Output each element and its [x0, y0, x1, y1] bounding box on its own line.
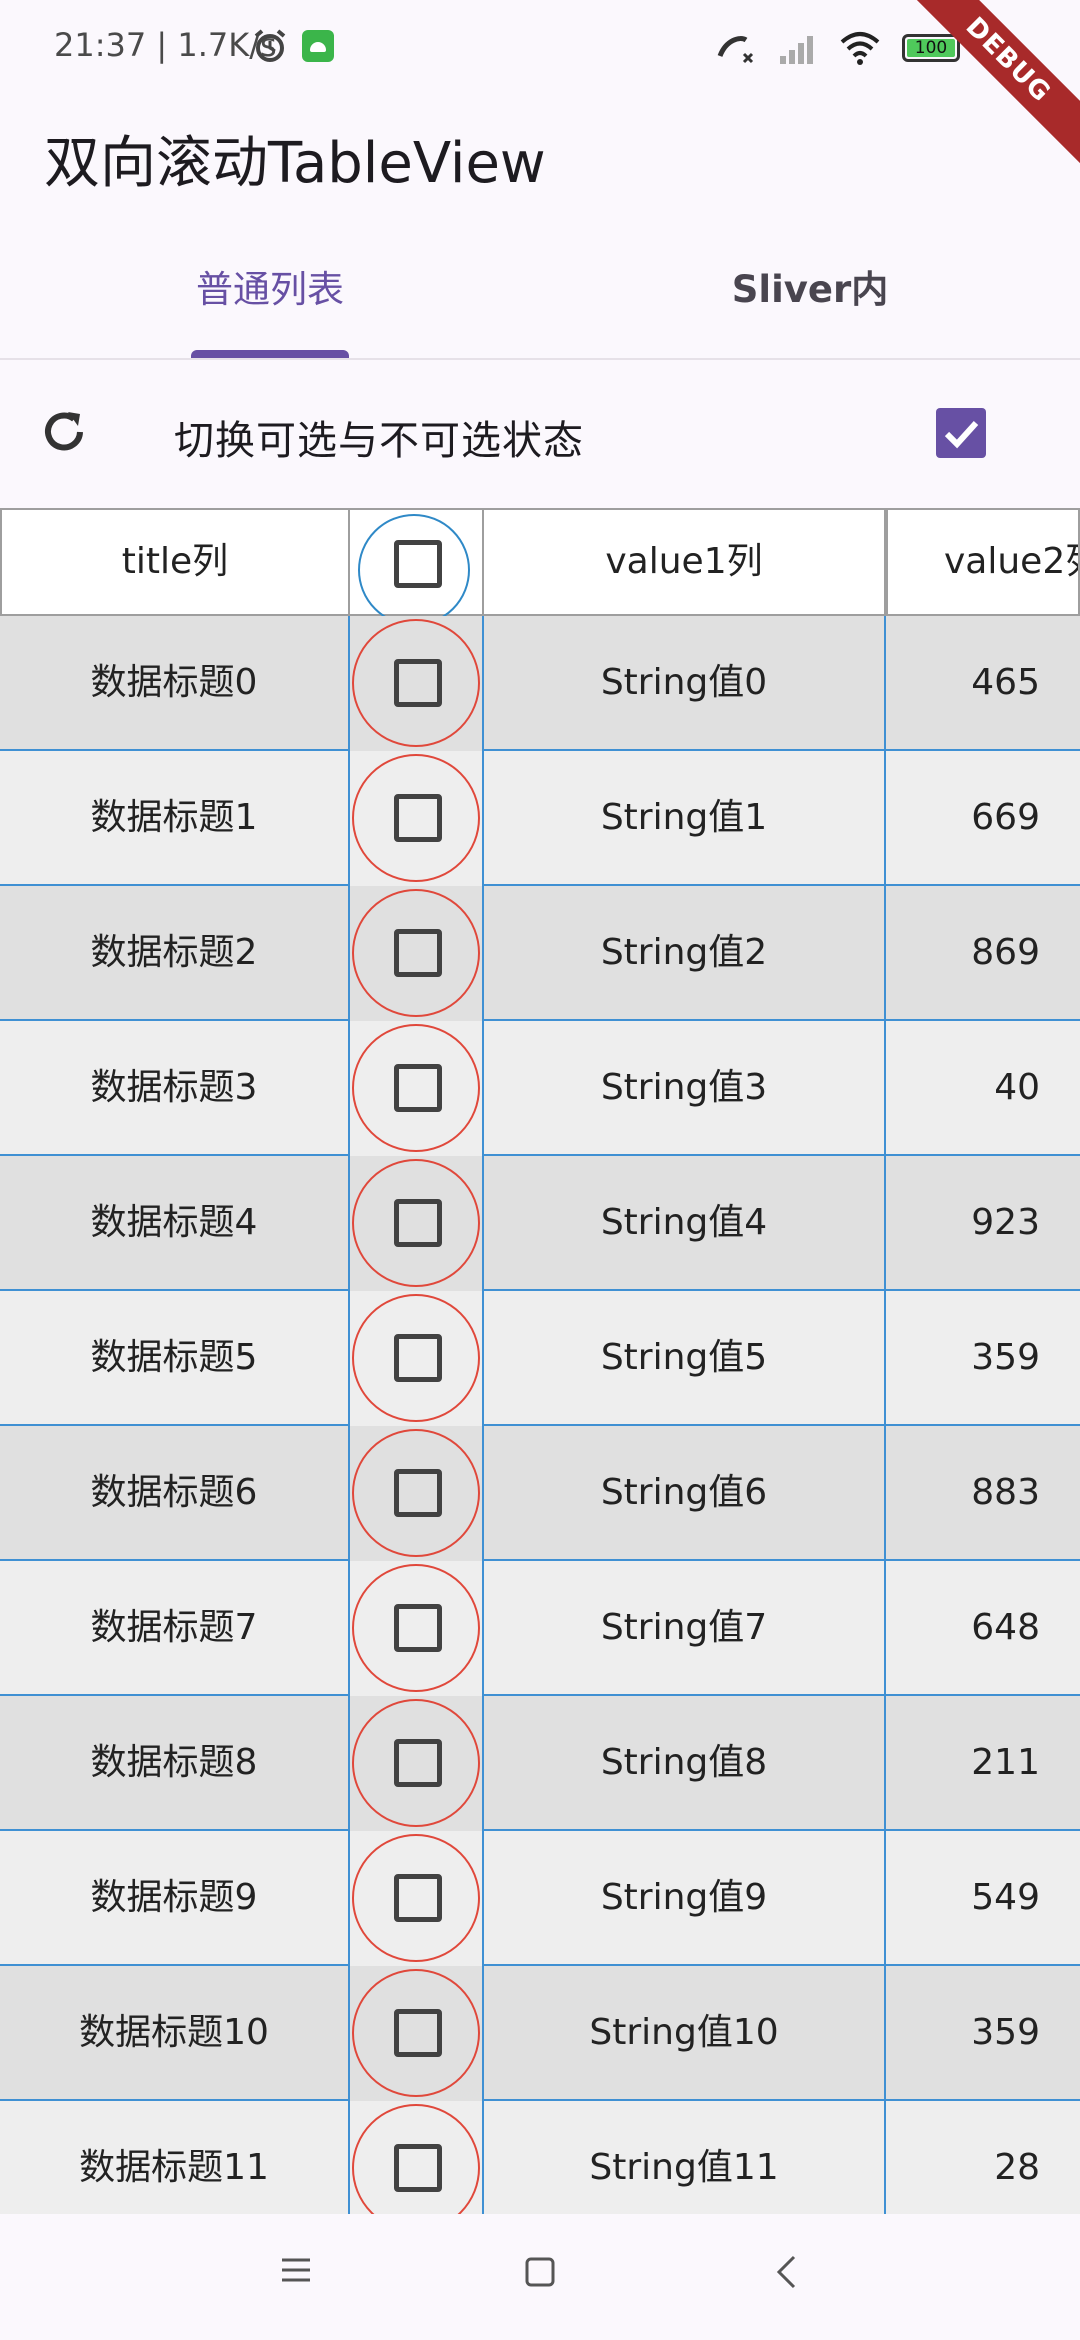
table-cell-select — [350, 1021, 482, 1156]
table-cell-value1: String值11 — [482, 2101, 886, 2214]
table-cell-value2: 923 — [886, 1156, 1080, 1291]
tab-normal-list[interactable]: 普通列表 — [0, 240, 540, 358]
tab-bar: 普通列表 Sliver内 — [0, 240, 1080, 360]
table-cell-value1: String值0 — [482, 616, 886, 751]
table-cell-value1: String值6 — [482, 1426, 886, 1561]
header-title: title列 — [0, 508, 350, 616]
status-icons: 100 — [716, 28, 960, 68]
header-value1: value1列 — [482, 508, 886, 616]
table-cell-value2: 359 — [886, 1291, 1080, 1426]
checkbox-column — [350, 508, 482, 2214]
table-cell-title: 数据标题3 — [0, 1021, 350, 1156]
table-cell-select — [350, 751, 482, 886]
data-table[interactable]: title列 数据标题0 数据标题1 数据标题2 数据标题3 数据标题4 数据标题5 数据标… — [0, 508, 1080, 2214]
table-cell-value2: 549 — [886, 1831, 1080, 1966]
selectable-checkbox[interactable] — [936, 408, 986, 458]
row-checkbox[interactable] — [394, 1334, 442, 1382]
table-cell-value2: 869 — [886, 886, 1080, 1021]
status-time: 21:37 | 1.7K/s — [54, 26, 277, 64]
table-cell-value1: String值2 — [482, 886, 886, 1021]
table-cell-select — [350, 1426, 482, 1561]
home-icon[interactable] — [524, 2256, 556, 2288]
table-cell-value2: 465 — [886, 616, 1080, 751]
table-cell-value1: String值7 — [482, 1561, 886, 1696]
table-cell-select — [350, 1966, 482, 2101]
wifi-icon — [840, 32, 880, 65]
table-cell-title: 数据标题4 — [0, 1156, 350, 1291]
value2-column: value2列 46566986940923359883648211549359… — [886, 508, 1080, 2214]
row-checkbox[interactable] — [394, 2144, 442, 2192]
row-checkbox[interactable] — [394, 1739, 442, 1787]
table-cell-title: 数据标题11 — [0, 2101, 350, 2214]
row-checkbox[interactable] — [394, 659, 442, 707]
table-cell-title: 数据标题2 — [0, 886, 350, 1021]
tab-sliver[interactable]: Sliver内 — [540, 240, 1080, 358]
table-cell-value2: 211 — [886, 1696, 1080, 1831]
table-cell-value1: String值4 — [482, 1156, 886, 1291]
row-checkbox[interactable] — [394, 1604, 442, 1652]
row-checkbox[interactable] — [394, 1064, 442, 1112]
row-checkbox[interactable] — [394, 1199, 442, 1247]
table-cell-select — [350, 1831, 482, 1966]
toggle-selectable-label: 切换可选与不可选状态 — [174, 418, 584, 464]
alarm-icon — [254, 29, 286, 62]
row-checkbox[interactable] — [394, 794, 442, 842]
tab-indicator — [191, 350, 349, 358]
row-checkbox[interactable] — [394, 2009, 442, 2057]
row-checkbox[interactable] — [394, 1874, 442, 1922]
status-bar: 21:37 | 1.7K/s 100 DEBUG — [0, 0, 1080, 182]
table-cell-select — [350, 616, 482, 751]
table-cell-select — [350, 886, 482, 1021]
select-all-checkbox[interactable] — [394, 540, 442, 588]
signal-icon — [780, 36, 813, 64]
battery-level: 100 — [914, 38, 948, 58]
table-cell-title: 数据标题8 — [0, 1696, 350, 1831]
table-cell-value1: String值8 — [482, 1696, 886, 1831]
header-select-all — [350, 508, 482, 626]
table-cell-select — [350, 1561, 482, 1696]
table-cell-title: 数据标题0 — [0, 616, 350, 751]
table-cell-value2: 883 — [886, 1426, 1080, 1561]
table-cell-select — [350, 2101, 482, 2214]
table-cell-value1: String值1 — [482, 751, 886, 886]
value1-column: value1列 String值0 String值1 String值2 String值3… — [482, 508, 886, 2214]
table-cell-select — [350, 1291, 482, 1426]
table-cell-value2: 28 — [886, 2101, 1080, 2214]
checkmark-icon — [944, 420, 979, 449]
table-cell-value1: String值5 — [482, 1291, 886, 1426]
table-cell-value2: 40 — [886, 1021, 1080, 1156]
title-column: title列 数据标题0 数据标题1 数据标题2 数据标题3 数据标题4 数据标题5 数据标… — [0, 508, 350, 2214]
table-cell-value2: 669 — [886, 751, 1080, 886]
table-cell-value2: 648 — [886, 1561, 1080, 1696]
table-cell-value1: String值10 — [482, 1966, 886, 2101]
android-notification-icon — [302, 30, 334, 62]
table-cell-value1: String值3 — [482, 1021, 886, 1156]
table-cell-select — [350, 1156, 482, 1291]
table-cell-value2: 359 — [886, 1966, 1080, 2101]
system-nav-bar — [0, 2214, 1080, 2340]
table-cell-title: 数据标题10 — [0, 1966, 350, 2101]
missed-call-icon — [717, 36, 754, 64]
table-cell-title: 数据标题5 — [0, 1291, 350, 1426]
header-value2: value2列 — [886, 508, 1080, 616]
row-checkbox[interactable] — [394, 1469, 442, 1517]
table-cell-select — [350, 1696, 482, 1831]
battery-icon: 100 — [902, 34, 960, 62]
menu-icon[interactable] — [280, 2254, 312, 2286]
refresh-icon[interactable] — [38, 406, 90, 458]
table-cell-title: 数据标题9 — [0, 1831, 350, 1966]
back-icon[interactable] — [774, 2254, 798, 2290]
row-checkbox[interactable] — [394, 929, 442, 977]
table-cell-value1: String值9 — [482, 1831, 886, 1966]
table-cell-title: 数据标题1 — [0, 751, 350, 886]
table-cell-title: 数据标题6 — [0, 1426, 350, 1561]
page-title: 双向滚动TableView — [44, 131, 546, 196]
table-cell-title: 数据标题7 — [0, 1561, 350, 1696]
